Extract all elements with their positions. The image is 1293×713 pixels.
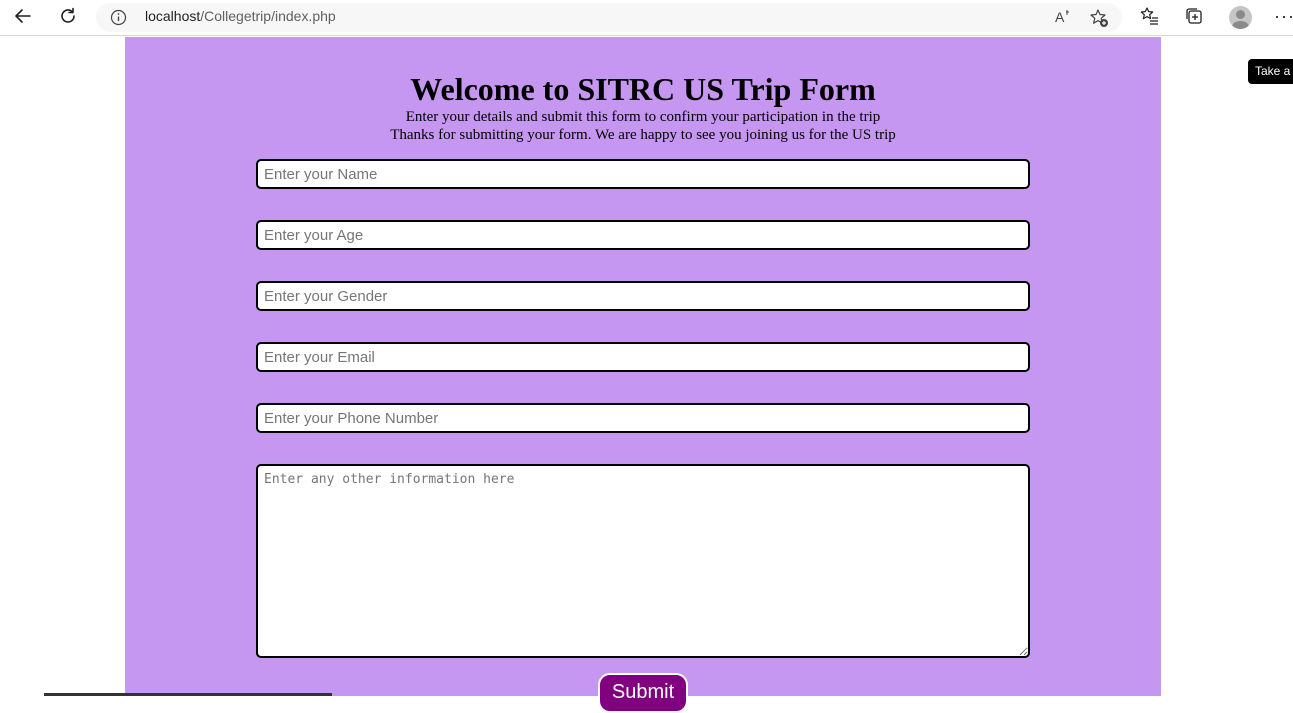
form-panel: Welcome to SITRC US Trip Form Enter your… bbox=[125, 37, 1161, 713]
url-path: /Collegetrip/index.php bbox=[200, 8, 336, 24]
gender-input[interactable] bbox=[256, 281, 1030, 311]
read-aloud-icon[interactable]: A bbox=[1054, 8, 1072, 29]
form-instructions: Enter your details and submit this form … bbox=[405, 109, 881, 125]
collections-icon bbox=[1184, 6, 1204, 31]
add-favorite-icon[interactable] bbox=[1089, 8, 1109, 33]
site-info-icon[interactable] bbox=[110, 9, 127, 31]
collections-button[interactable] bbox=[1180, 4, 1208, 32]
profile-avatar[interactable] bbox=[1229, 6, 1252, 29]
url-host: localhost bbox=[145, 8, 201, 24]
favorites-list-icon bbox=[1140, 6, 1160, 31]
name-input[interactable] bbox=[256, 159, 1030, 189]
more-menu-button[interactable]: ··· bbox=[1274, 6, 1293, 27]
back-arrow-icon bbox=[13, 6, 33, 31]
url-text[interactable]: localhost/Collegetrip/index.php bbox=[145, 8, 336, 24]
back-button[interactable] bbox=[9, 4, 37, 32]
other-info-textarea[interactable] bbox=[256, 464, 1030, 658]
thanks-message: Thanks for submitting your form. We are … bbox=[390, 127, 896, 143]
page-title: Welcome to SITRC US Trip Form bbox=[410, 71, 876, 107]
submit-button[interactable]: Submit bbox=[598, 673, 688, 713]
refresh-icon bbox=[58, 6, 78, 31]
svg-text:A: A bbox=[1055, 9, 1065, 25]
phone-input[interactable] bbox=[256, 403, 1030, 433]
favorites-button[interactable] bbox=[1136, 4, 1164, 32]
tooltip: Take a bbox=[1248, 59, 1293, 84]
browser-toolbar: localhost/Collegetrip/index.php A ··· bbox=[0, 0, 1293, 36]
address-bar[interactable]: localhost/Collegetrip/index.php A bbox=[96, 3, 1122, 32]
age-input[interactable] bbox=[256, 220, 1030, 250]
email-input[interactable] bbox=[256, 342, 1030, 372]
refresh-button[interactable] bbox=[54, 4, 82, 32]
